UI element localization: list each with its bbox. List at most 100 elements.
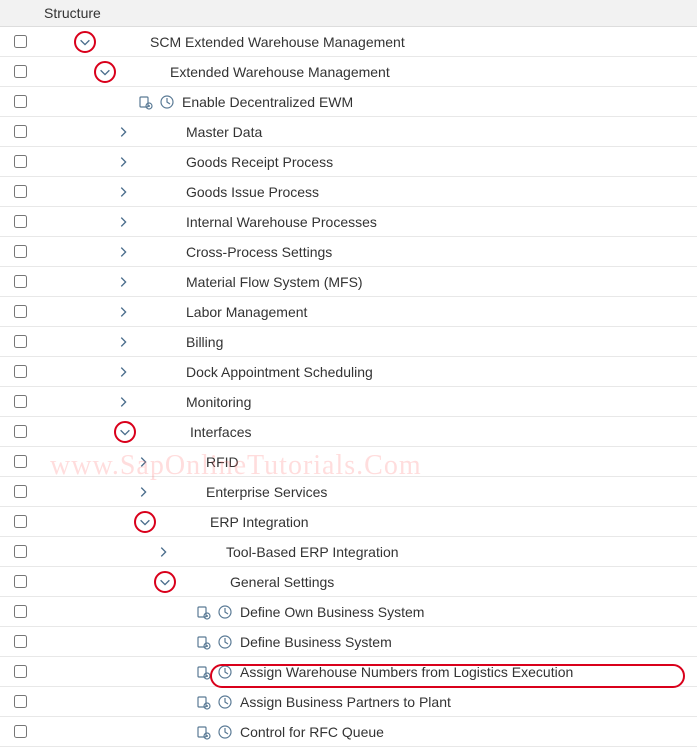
node-label: Tool-Based ERP Integration bbox=[226, 544, 399, 560]
tree-row[interactable]: Control for RFC Queue bbox=[0, 717, 697, 747]
node-label: RFID bbox=[206, 454, 239, 470]
chevron-down-icon[interactable] bbox=[94, 61, 116, 83]
row-checkbox[interactable] bbox=[14, 125, 27, 138]
node-label: Monitoring bbox=[186, 394, 251, 410]
header-title: Structure bbox=[44, 5, 101, 21]
chevron-down-icon[interactable] bbox=[154, 571, 176, 593]
row-checkbox[interactable] bbox=[14, 515, 27, 528]
chevron-right-icon[interactable] bbox=[114, 183, 132, 201]
node-label: Control for RFC Queue bbox=[240, 724, 384, 740]
node-label: Enable Decentralized EWM bbox=[182, 94, 353, 110]
node-label: Enterprise Services bbox=[206, 484, 327, 500]
row-checkbox[interactable] bbox=[14, 605, 27, 618]
node-label: Assign Business Partners to Plant bbox=[240, 694, 451, 710]
row-checkbox[interactable] bbox=[14, 395, 27, 408]
img-doc-icon[interactable] bbox=[194, 693, 212, 711]
chevron-right-icon[interactable] bbox=[114, 153, 132, 171]
chevron-down-icon[interactable] bbox=[134, 511, 156, 533]
row-checkbox[interactable] bbox=[14, 695, 27, 708]
tree-row[interactable]: Assign Business Partners to Plant bbox=[0, 687, 697, 717]
row-checkbox[interactable] bbox=[14, 725, 27, 738]
tree-body: SCM Extended Warehouse Management Extende… bbox=[0, 27, 697, 747]
row-checkbox[interactable] bbox=[14, 245, 27, 258]
tree-row[interactable]: Goods Issue Process bbox=[0, 177, 697, 207]
tree-row[interactable]: Assign Warehouse Numbers from Logistics … bbox=[0, 657, 697, 687]
chevron-down-icon[interactable] bbox=[114, 421, 136, 443]
row-checkbox[interactable] bbox=[14, 575, 27, 588]
row-checkbox[interactable] bbox=[14, 365, 27, 378]
tree-row[interactable]: Define Business System bbox=[0, 627, 697, 657]
chevron-right-icon[interactable] bbox=[114, 393, 132, 411]
chevron-right-icon[interactable] bbox=[114, 303, 132, 321]
tree-row[interactable]: Billing bbox=[0, 327, 697, 357]
img-doc-icon[interactable] bbox=[194, 723, 212, 741]
tree-row[interactable]: Goods Receipt Process bbox=[0, 147, 697, 177]
activity-clock-icon[interactable] bbox=[216, 723, 234, 741]
tree-row[interactable]: Dock Appointment Scheduling bbox=[0, 357, 697, 387]
node-label: Master Data bbox=[186, 124, 262, 140]
chevron-right-icon[interactable] bbox=[134, 453, 152, 471]
row-checkbox[interactable] bbox=[14, 215, 27, 228]
tree-row[interactable]: General Settings bbox=[0, 567, 697, 597]
tree-row[interactable]: ERP Integration bbox=[0, 507, 697, 537]
chevron-right-icon[interactable] bbox=[114, 243, 132, 261]
row-checkbox[interactable] bbox=[14, 275, 27, 288]
chevron-right-icon[interactable] bbox=[134, 483, 152, 501]
row-checkbox[interactable] bbox=[14, 485, 27, 498]
node-label: Labor Management bbox=[186, 304, 307, 320]
chevron-right-icon[interactable] bbox=[114, 123, 132, 141]
activity-clock-icon[interactable] bbox=[216, 603, 234, 621]
chevron-right-icon[interactable] bbox=[114, 273, 132, 291]
img-doc-icon[interactable] bbox=[194, 663, 212, 681]
tree-row[interactable]: Material Flow System (MFS) bbox=[0, 267, 697, 297]
img-doc-icon[interactable] bbox=[194, 603, 212, 621]
chevron-right-icon[interactable] bbox=[114, 333, 132, 351]
chevron-down-icon[interactable] bbox=[74, 31, 96, 53]
node-label: Cross-Process Settings bbox=[186, 244, 332, 260]
node-label: Interfaces bbox=[190, 424, 251, 440]
row-checkbox[interactable] bbox=[14, 335, 27, 348]
node-label: Assign Warehouse Numbers from Logistics … bbox=[240, 664, 573, 680]
tree-row[interactable]: RFID bbox=[0, 447, 697, 477]
tree-row[interactable]: Monitoring bbox=[0, 387, 697, 417]
row-checkbox[interactable] bbox=[14, 425, 27, 438]
node-label: Extended Warehouse Management bbox=[170, 64, 390, 80]
row-checkbox[interactable] bbox=[14, 65, 27, 78]
activity-clock-icon[interactable] bbox=[216, 633, 234, 651]
row-checkbox[interactable] bbox=[14, 155, 27, 168]
row-checkbox[interactable] bbox=[14, 455, 27, 468]
img-doc-icon[interactable] bbox=[136, 93, 154, 111]
tree-row[interactable]: Enable Decentralized EWM bbox=[0, 87, 697, 117]
node-label: Define Business System bbox=[240, 634, 392, 650]
row-checkbox[interactable] bbox=[14, 305, 27, 318]
row-checkbox[interactable] bbox=[14, 185, 27, 198]
row-checkbox[interactable] bbox=[14, 35, 27, 48]
tree-row[interactable]: Define Own Business System bbox=[0, 597, 697, 627]
tree-row[interactable]: SCM Extended Warehouse Management bbox=[0, 27, 697, 57]
activity-clock-icon[interactable] bbox=[216, 693, 234, 711]
tree-row[interactable]: Enterprise Services bbox=[0, 477, 697, 507]
tree-row[interactable]: Extended Warehouse Management bbox=[0, 57, 697, 87]
chevron-right-icon[interactable] bbox=[114, 363, 132, 381]
row-checkbox[interactable] bbox=[14, 545, 27, 558]
chevron-right-icon[interactable] bbox=[114, 213, 132, 231]
activity-clock-icon[interactable] bbox=[158, 93, 176, 111]
activity-clock-icon[interactable] bbox=[216, 663, 234, 681]
row-checkbox[interactable] bbox=[14, 95, 27, 108]
img-doc-icon[interactable] bbox=[194, 633, 212, 651]
tree-row[interactable]: Interfaces bbox=[0, 417, 697, 447]
row-checkbox[interactable] bbox=[14, 665, 27, 678]
node-label: ERP Integration bbox=[210, 514, 309, 530]
tree-row[interactable]: Labor Management bbox=[0, 297, 697, 327]
tree-row[interactable]: Master Data bbox=[0, 117, 697, 147]
node-label: SCM Extended Warehouse Management bbox=[150, 34, 405, 50]
tree-row[interactable]: Tool-Based ERP Integration bbox=[0, 537, 697, 567]
node-label: Goods Receipt Process bbox=[186, 154, 333, 170]
chevron-right-icon[interactable] bbox=[154, 543, 172, 561]
node-label: Goods Issue Process bbox=[186, 184, 319, 200]
structure-header: Structure bbox=[0, 0, 697, 27]
tree-row[interactable]: Internal Warehouse Processes bbox=[0, 207, 697, 237]
tree-row[interactable]: Cross-Process Settings bbox=[0, 237, 697, 267]
row-checkbox[interactable] bbox=[14, 635, 27, 648]
node-label: Material Flow System (MFS) bbox=[186, 274, 363, 290]
